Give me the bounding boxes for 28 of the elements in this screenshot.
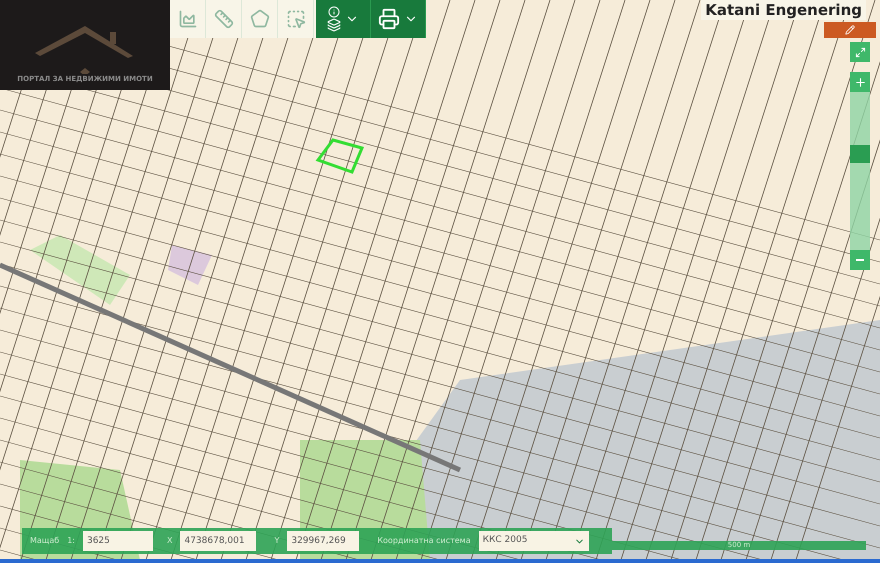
- x-label: X: [166, 535, 174, 547]
- y-label: Y: [273, 535, 280, 547]
- x-coordinate-input[interactable]: 4738678,001: [180, 531, 256, 551]
- y-coordinate-input[interactable]: 329967,269: [287, 531, 360, 551]
- brand-name: Katani Engenering: [701, 0, 866, 20]
- polygon-tool-icon: [250, 9, 270, 29]
- edit-notes-button[interactable]: [824, 22, 876, 38]
- minus-icon: [856, 259, 864, 261]
- print-menu-button[interactable]: [371, 0, 426, 38]
- scale-input[interactable]: 3625: [82, 531, 153, 551]
- layer-info-menu-button[interactable]: [316, 0, 371, 38]
- layers-icon: [327, 18, 341, 32]
- scale-prefix: 1:: [66, 535, 75, 547]
- info-icon: [328, 6, 340, 18]
- ruler-tool-icon: [214, 9, 234, 29]
- expand-icon: [854, 46, 866, 58]
- zoom-slider-thumb[interactable]: [850, 145, 870, 164]
- printer-icon: [378, 8, 400, 30]
- select-tool-icon: [286, 9, 306, 29]
- pencil-icon: [845, 25, 855, 35]
- zoom-out-button[interactable]: [850, 250, 870, 270]
- zoom-in-button[interactable]: [850, 72, 870, 92]
- area-tool-icon: [178, 9, 198, 29]
- coordinate-system-dropdown[interactable]: ККС 2005: [478, 531, 589, 551]
- fullscreen-button[interactable]: [850, 42, 870, 62]
- coordinate-system-label: Координатна система: [376, 535, 471, 547]
- plus-icon: [854, 76, 866, 88]
- scale-label: Мащаб: [29, 535, 60, 547]
